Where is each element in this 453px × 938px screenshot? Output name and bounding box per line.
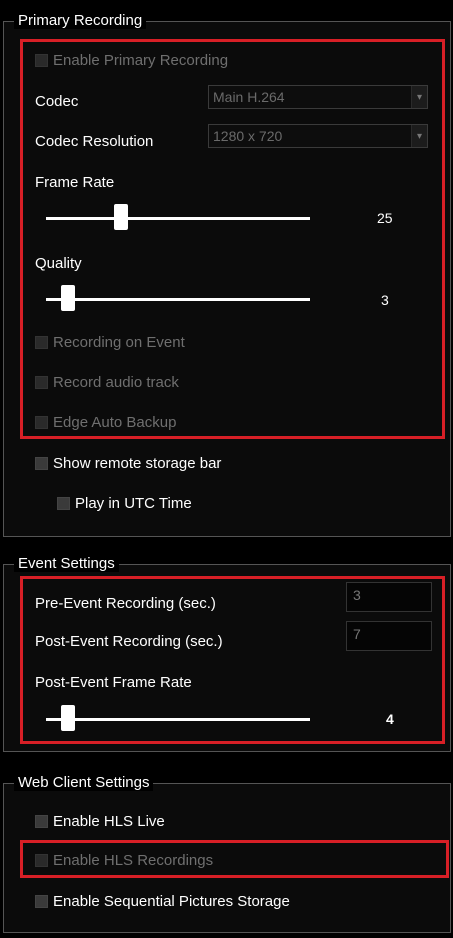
chevron-down-icon: ▾ [411,125,427,147]
record-audio-track-label: Record audio track [53,374,179,391]
post-event-frame-rate-label: Post-Event Frame Rate [35,674,192,691]
slider-track [46,217,310,220]
codec-resolution-label: Codec Resolution [35,133,154,150]
checkbox-box [35,457,48,470]
checkbox-box [35,895,48,908]
enable-hls-live-label: Enable HLS Live [53,813,165,830]
codec-resolution-select[interactable]: 1280 x 720 ▾ [208,124,428,148]
record-audio-track-checkbox[interactable]: Record audio track [35,374,179,391]
chevron-down-icon: ▾ [411,86,427,108]
post-event-frame-rate-slider[interactable] [46,705,310,731]
recording-on-event-label: Recording on Event [53,334,185,351]
quality-value: 3 [381,292,389,308]
codec-value: Main H.264 [213,89,285,105]
edge-auto-backup-label: Edge Auto Backup [53,414,177,431]
checkbox-box [35,416,48,429]
slider-thumb[interactable] [114,204,128,230]
frame-rate-label: Frame Rate [35,174,115,191]
pre-event-recording-input[interactable]: 3 [346,582,432,612]
post-event-recording-input[interactable]: 7 [346,621,432,651]
enable-hls-recordings-label: Enable HLS Recordings [53,852,214,869]
enable-primary-recording-checkbox[interactable]: Enable Primary Recording [35,52,228,69]
codec-label: Codec [35,93,79,110]
enable-hls-live-checkbox[interactable]: Enable HLS Live [35,813,165,830]
checkbox-box [35,376,48,389]
show-remote-storage-bar-checkbox[interactable]: Show remote storage bar [35,455,221,472]
play-in-utc-time-label: Play in UTC Time [75,495,192,512]
edge-auto-backup-checkbox[interactable]: Edge Auto Backup [35,414,176,431]
slider-track [46,298,310,301]
checkbox-box [35,336,48,349]
web-client-settings-legend: Web Client Settings [14,774,154,791]
slider-thumb[interactable] [61,705,75,731]
codec-resolution-value: 1280 x 720 [213,128,283,144]
post-event-frame-rate-value: 4 [386,711,394,727]
enable-primary-recording-label: Enable Primary Recording [53,52,229,69]
enable-sequential-pictures-storage-checkbox[interactable]: Enable Sequential Pictures Storage [35,893,290,910]
quality-slider[interactable] [46,285,310,311]
checkbox-box [35,54,48,67]
enable-sequential-pictures-storage-label: Enable Sequential Pictures Storage [53,893,290,910]
play-in-utc-time-checkbox[interactable]: Play in UTC Time [57,495,192,512]
primary-recording-legend: Primary Recording [14,12,147,29]
codec-select[interactable]: Main H.264 ▾ [208,85,428,109]
quality-label: Quality [35,255,82,272]
frame-rate-slider[interactable] [46,204,310,230]
slider-thumb[interactable] [61,285,75,311]
enable-hls-recordings-checkbox[interactable]: Enable HLS Recordings [35,852,213,869]
frame-rate-value: 25 [377,210,393,226]
slider-track [46,718,310,721]
checkbox-box [57,497,70,510]
show-remote-storage-bar-label: Show remote storage bar [53,455,222,472]
post-event-recording-label: Post-Event Recording (sec.) [35,633,223,650]
event-settings-legend: Event Settings [14,555,119,572]
recording-on-event-checkbox[interactable]: Recording on Event [35,334,185,351]
pre-event-recording-label: Pre-Event Recording (sec.) [35,595,216,612]
checkbox-box [35,854,48,867]
checkbox-box [35,815,48,828]
